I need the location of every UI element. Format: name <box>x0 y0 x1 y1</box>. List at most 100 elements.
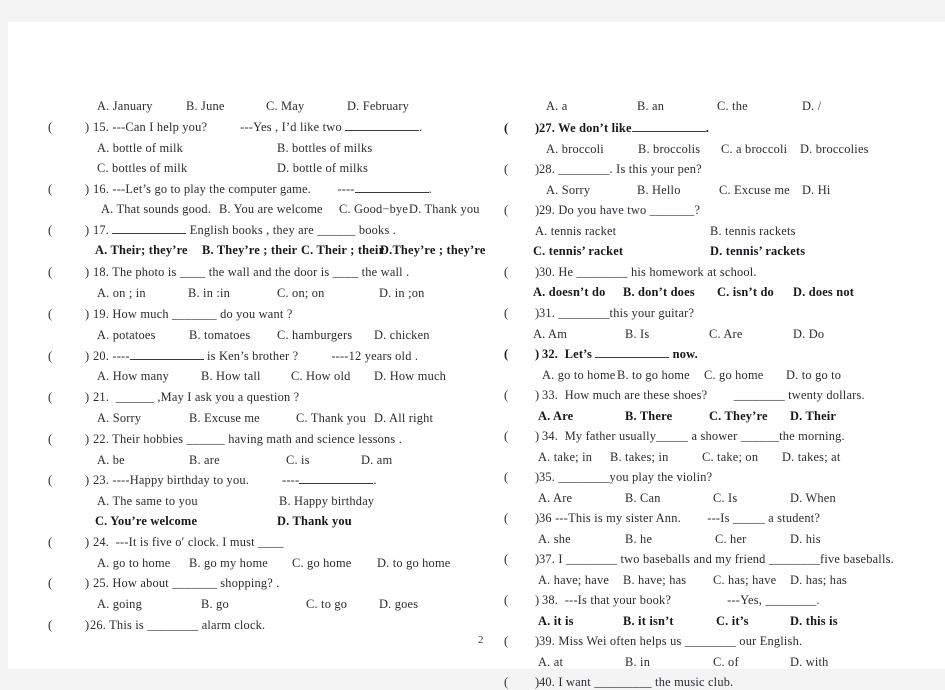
answer-bracket-open[interactable]: ( <box>504 429 508 444</box>
answer-bracket-open[interactable]: ( <box>48 535 52 550</box>
answer-option[interactable]: B. Excuse me <box>189 411 260 426</box>
answer-option[interactable]: A. broccoli <box>546 142 604 157</box>
answer-option[interactable]: B. in <box>625 655 650 670</box>
answer-bracket-open[interactable]: ( <box>48 265 52 280</box>
answer-option[interactable]: B. go <box>201 597 229 612</box>
answer-option[interactable]: A. January <box>97 99 153 114</box>
answer-option[interactable]: A. going <box>97 597 142 612</box>
answer-option[interactable]: D. Thank you <box>409 202 480 217</box>
answer-option[interactable]: B. Happy birthday <box>279 494 374 509</box>
answer-option[interactable]: B. bottles of milks <box>277 141 372 156</box>
answer-option[interactable]: C. on; on <box>277 286 325 301</box>
answer-option[interactable]: B. tennis rackets <box>710 224 796 239</box>
answer-option[interactable]: D. All right <box>374 411 433 426</box>
answer-option[interactable]: B. tomatoes <box>189 328 250 343</box>
answer-option[interactable]: D. / <box>802 99 821 114</box>
answer-option[interactable]: A. The same to you <box>97 494 198 509</box>
answer-option[interactable]: D. to go home <box>377 556 451 571</box>
answer-option[interactable]: D. How much <box>374 369 446 384</box>
answer-option[interactable]: C. Is <box>713 491 737 506</box>
answer-bracket-open[interactable]: ( <box>504 675 508 690</box>
answer-option[interactable]: C. her <box>715 532 746 547</box>
answer-option[interactable]: B. don’t does <box>623 285 695 300</box>
answer-option[interactable]: C. to go <box>306 597 347 612</box>
answer-option[interactable]: B. in :in <box>188 286 230 301</box>
answer-option[interactable]: A. it is <box>538 614 574 629</box>
answer-option[interactable]: D. takes; at <box>782 450 841 465</box>
answer-option[interactable]: D. chicken <box>374 328 430 343</box>
answer-option[interactable]: C. has; have <box>713 573 776 588</box>
answer-option[interactable]: B. have; has <box>623 573 686 588</box>
answer-option[interactable]: B. Can <box>625 491 661 506</box>
answer-bracket-open[interactable]: ( <box>504 634 508 649</box>
answer-option[interactable]: D. with <box>790 655 829 670</box>
answer-option[interactable]: D. broccolies <box>800 142 869 157</box>
answer-option[interactable]: B. You are welcome <box>219 202 323 217</box>
answer-bracket-open[interactable]: ( <box>504 593 508 608</box>
answer-option[interactable]: C. Excuse me <box>719 183 790 198</box>
answer-bracket-open[interactable]: ( <box>48 576 52 591</box>
answer-option[interactable]: A. go to home <box>97 556 171 571</box>
answer-option[interactable]: B. takes; in <box>610 450 669 465</box>
answer-option[interactable]: C. Good−bye <box>339 202 408 217</box>
answer-option[interactable]: B. are <box>189 453 220 468</box>
answer-option[interactable]: A. Am <box>533 327 567 342</box>
answer-option[interactable]: D. am <box>361 453 392 468</box>
answer-option[interactable]: B. he <box>625 532 652 547</box>
answer-option[interactable]: B. an <box>637 99 664 114</box>
answer-option[interactable]: A. on ; in <box>97 286 146 301</box>
answer-option[interactable]: D. has; has <box>790 573 847 588</box>
answer-option[interactable]: C. take; on <box>702 450 758 465</box>
answer-bracket-open[interactable]: ( <box>48 182 52 197</box>
answer-option[interactable]: C. a broccoli <box>721 142 787 157</box>
answer-bracket-open[interactable]: ( <box>48 473 52 488</box>
answer-option[interactable]: A. Sorry <box>546 183 590 198</box>
answer-option[interactable]: C. it’s <box>716 614 749 629</box>
answer-bracket-open[interactable]: ( <box>48 307 52 322</box>
answer-option[interactable]: B. broccolis <box>638 142 700 157</box>
answer-bracket-open[interactable]: ( <box>48 120 52 135</box>
answer-bracket-open[interactable]: ( <box>504 347 508 362</box>
answer-option[interactable]: A. be <box>97 453 125 468</box>
answer-option[interactable]: D. goes <box>379 597 418 612</box>
answer-bracket-open[interactable]: ( <box>48 432 52 447</box>
answer-option[interactable]: D. his <box>790 532 821 547</box>
answer-option[interactable]: D. does not <box>793 285 854 300</box>
answer-option[interactable]: A. go to home <box>542 368 616 383</box>
answer-bracket-open[interactable]: ( <box>504 552 508 567</box>
answer-option[interactable]: D. bottle of milks <box>277 161 368 176</box>
answer-option[interactable]: C. the <box>717 99 748 114</box>
answer-option[interactable]: A. That sounds good. <box>101 202 211 217</box>
answer-option[interactable]: C. Thank you <box>296 411 366 426</box>
answer-option[interactable]: A. a <box>546 99 567 114</box>
answer-option[interactable]: B. go my home <box>189 556 268 571</box>
answer-option[interactable]: A. she <box>538 532 571 547</box>
answer-option[interactable]: D. this is <box>790 614 838 629</box>
answer-option[interactable]: C. hamburgers <box>277 328 352 343</box>
answer-option[interactable]: A. How many <box>97 369 169 384</box>
answer-option[interactable]: B. Is <box>625 327 649 342</box>
answer-option[interactable]: D. Thank you <box>277 514 352 529</box>
answer-option[interactable]: A. Are <box>538 491 572 506</box>
answer-option[interactable]: C. Their ; their <box>301 243 384 258</box>
answer-bracket-open[interactable]: ( <box>504 162 508 177</box>
answer-option[interactable]: C. isn’t do <box>717 285 774 300</box>
answer-option[interactable]: B. June <box>186 99 225 114</box>
answer-option[interactable]: C. is <box>286 453 310 468</box>
answer-option[interactable]: A. doesn’t do <box>533 285 605 300</box>
answer-bracket-open[interactable]: ( <box>48 618 52 633</box>
answer-bracket-open[interactable]: ( <box>504 470 508 485</box>
answer-option[interactable]: A. Sorry <box>97 411 141 426</box>
answer-option[interactable]: C. Are <box>709 327 743 342</box>
answer-bracket-open[interactable]: ( <box>48 223 52 238</box>
answer-option[interactable]: C. of <box>713 655 739 670</box>
answer-option[interactable]: A. tennis racket <box>535 224 616 239</box>
answer-option[interactable]: A. potatoes <box>97 328 156 343</box>
answer-bracket-open[interactable]: ( <box>504 121 508 136</box>
answer-option[interactable]: B. There <box>625 409 672 424</box>
answer-option[interactable]: D. February <box>347 99 409 114</box>
answer-option[interactable]: A. Are <box>538 409 573 424</box>
answer-option[interactable]: D. to go to <box>786 368 841 383</box>
answer-option[interactable]: C. They’re <box>709 409 768 424</box>
answer-option[interactable]: C. go home <box>292 556 351 571</box>
